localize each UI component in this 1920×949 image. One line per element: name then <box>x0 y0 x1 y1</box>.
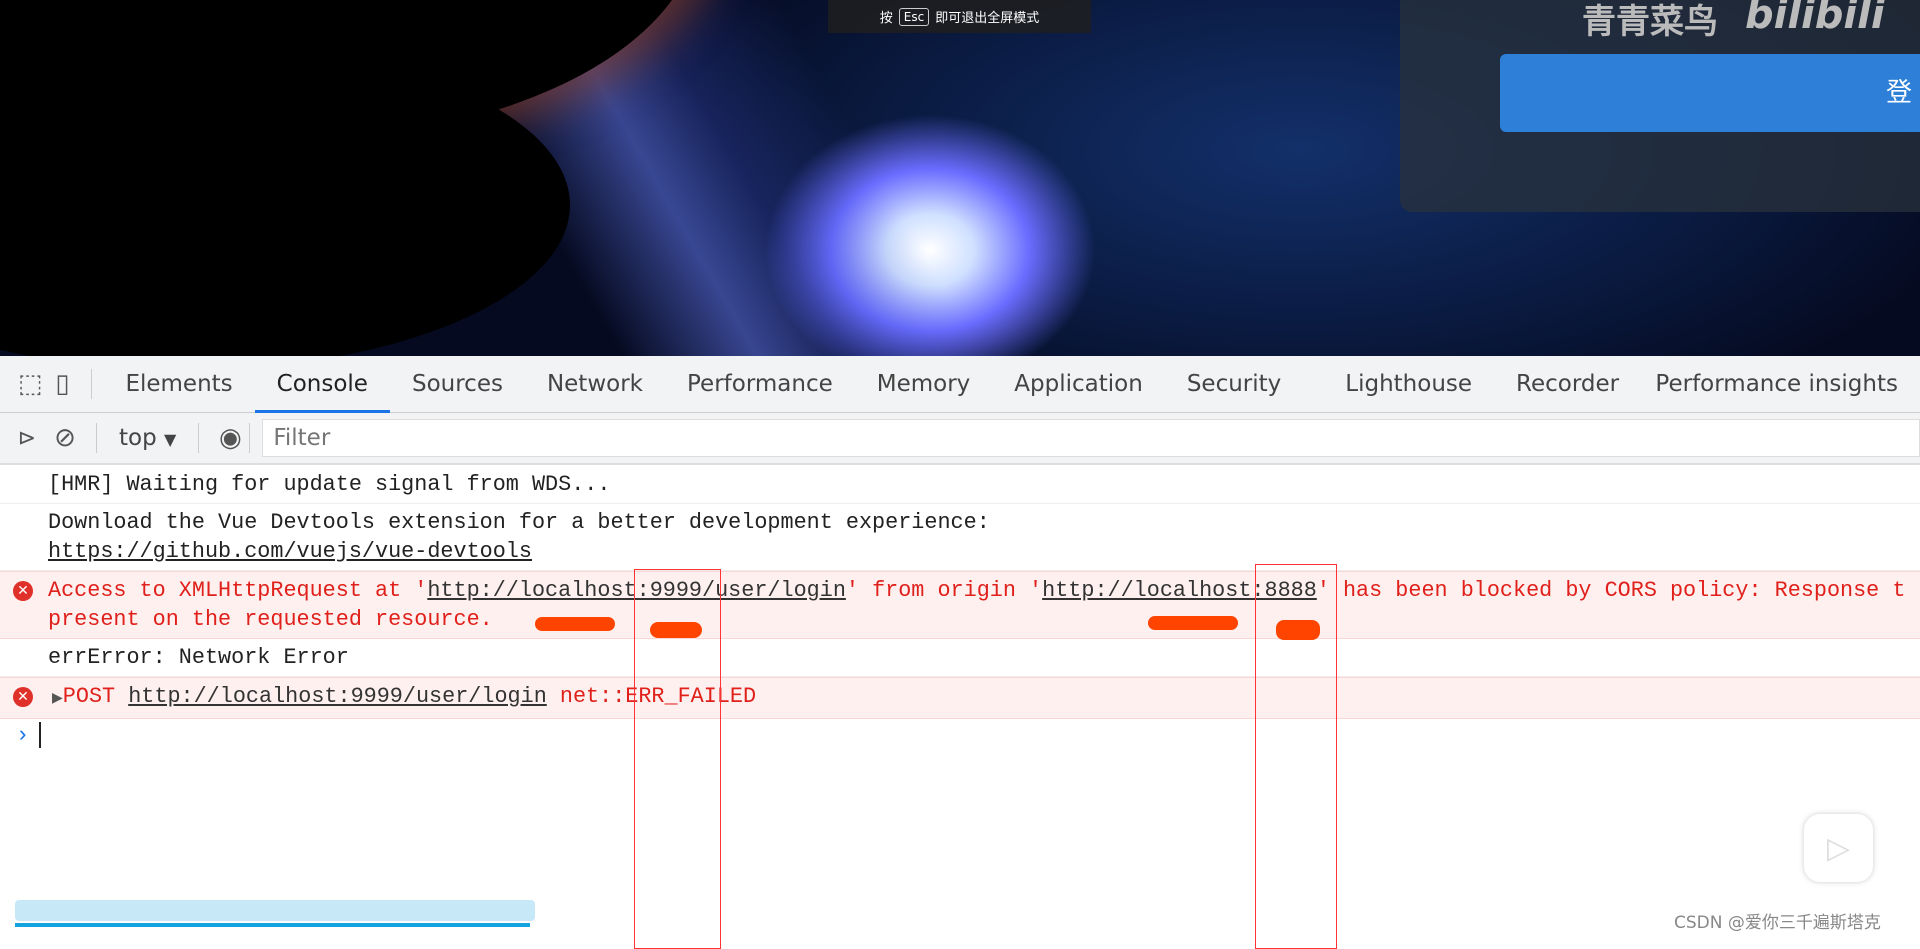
tab-security[interactable]: Security <box>1165 356 1303 413</box>
cors-text: ' from origin ' <box>845 578 1043 603</box>
log-hmr: [HMR] Waiting for update signal from WDS… <box>0 466 1920 504</box>
prompt-chevron-icon: › <box>16 723 30 748</box>
annotation-scribble <box>1148 616 1238 630</box>
tab-recorder[interactable]: Recorder ⚗ <box>1494 356 1633 454</box>
brand-text: 青青菜鸟 <box>1582 2 1718 42</box>
tab-memory[interactable]: Memory <box>855 356 993 413</box>
tab-recorder-label: Recorder <box>1516 370 1620 397</box>
annotation-scribble <box>535 617 615 631</box>
log-cors-error: ✕ Access to XMLHttpRequest at 'http://loc… <box>0 571 1920 639</box>
tab-lighthouse[interactable]: Lighthouse <box>1323 356 1494 413</box>
clear-console-icon[interactable]: ⊘ <box>46 418 84 458</box>
eye-icon[interactable]: ◉ <box>211 418 249 458</box>
tab-network[interactable]: Network <box>525 356 665 413</box>
cors-text: Access to XMLHttpRequest at ' <box>48 578 428 603</box>
divider <box>96 423 97 453</box>
context-selector[interactable]: top ▼ <box>109 425 186 451</box>
context-value: top <box>119 425 157 451</box>
divider <box>198 423 200 453</box>
vue-msg: Download the Vue Devtools extension for … <box>48 510 990 535</box>
divider <box>90 369 92 399</box>
watermark: CSDN @爱你三千遍斯塔克 <box>1674 913 1881 933</box>
dropdown-arrow-icon: ▼ <box>164 430 177 449</box>
error-icon: ✕ <box>13 581 33 601</box>
highlight-line <box>15 923 530 927</box>
hint-suffix: 即可退出全屏模式 <box>935 11 1040 26</box>
bilibili-logo: bilibili <box>1745 0 1885 38</box>
annotation-scribble <box>1276 620 1320 640</box>
tab-elements[interactable]: Elements <box>103 356 254 413</box>
sidebar-toggle-icon[interactable]: ⊳ <box>8 418 46 458</box>
filter-input[interactable] <box>262 419 1920 457</box>
vue-devtools-link[interactable]: https://github.com/vuejs/vue-devtools <box>48 539 532 564</box>
log-network-error: errError: Network Error <box>0 639 1920 677</box>
log-vue-devtools: Download the Vue Devtools extension for … <box>0 504 1920 571</box>
play-icon[interactable]: ▷ <box>1804 814 1873 882</box>
device-toolbar-icon[interactable]: ▯ <box>46 364 78 404</box>
divider <box>249 423 251 453</box>
login-button[interactable]: 登 <box>1500 54 1920 132</box>
esc-key: Esc <box>898 7 930 26</box>
devtools-tabbar: ⬚ ▯ Elements Console Sources Network Per… <box>0 356 1920 454</box>
tab-console[interactable]: Console <box>254 356 391 413</box>
annotation-scribble <box>650 622 702 638</box>
console-toolbar: ⊳ ⊘ top ▼ ◉ <box>0 413 1920 465</box>
cors-text: ' has been blocked by CORS policy: Respo… <box>1316 578 1906 603</box>
console-output: [HMR] Waiting for update signal from WDS… <box>0 466 1920 753</box>
hint-prefix: 按 <box>879 11 893 26</box>
inspect-element-icon[interactable]: ⬚ <box>14 364 46 404</box>
error-icon: ✕ <box>13 687 33 707</box>
fullscreen-hint: 按 Esc 即可退出全屏模式 <box>828 0 1091 33</box>
post-method: POST <box>62 684 116 709</box>
tab-application[interactable]: Application <box>992 356 1165 413</box>
text-caret <box>39 722 42 749</box>
highlight-scribble <box>15 900 535 921</box>
expand-arrow-icon[interactable]: ▶ <box>52 691 63 707</box>
log-post-failed: ✕ ▶POST http://localhost:9999/user/login … <box>0 677 1920 719</box>
console-prompt[interactable]: › <box>0 719 1920 753</box>
cors-text-line2: present on the requested resource. <box>48 607 493 632</box>
post-url-link[interactable]: http://localhost:9999/user/login <box>128 684 547 709</box>
tab-performance[interactable]: Performance <box>665 356 855 413</box>
tab-performance-insights[interactable]: Performance insights <box>1633 356 1920 413</box>
tab-sources[interactable]: Sources <box>390 356 525 413</box>
